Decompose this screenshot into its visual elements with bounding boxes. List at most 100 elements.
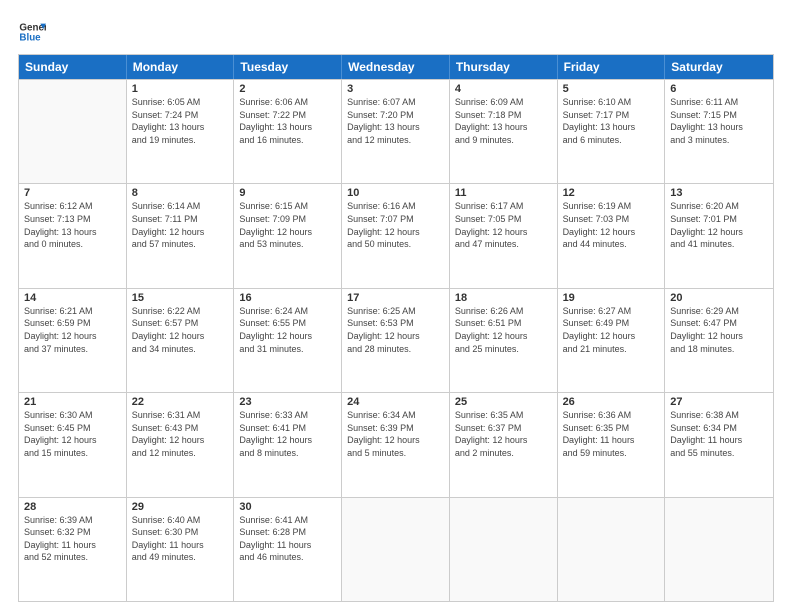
header-day-wednesday: Wednesday bbox=[342, 55, 450, 79]
day-info: Sunrise: 6:26 AM Sunset: 6:51 PM Dayligh… bbox=[455, 305, 552, 355]
day-info: Sunrise: 6:05 AM Sunset: 7:24 PM Dayligh… bbox=[132, 96, 229, 146]
day-info: Sunrise: 6:41 AM Sunset: 6:28 PM Dayligh… bbox=[239, 514, 336, 564]
day-number: 26 bbox=[563, 396, 660, 408]
day-info: Sunrise: 6:10 AM Sunset: 7:17 PM Dayligh… bbox=[563, 96, 660, 146]
day-info: Sunrise: 6:22 AM Sunset: 6:57 PM Dayligh… bbox=[132, 305, 229, 355]
day-number: 22 bbox=[132, 396, 229, 408]
day-number: 21 bbox=[24, 396, 121, 408]
svg-text:Blue: Blue bbox=[19, 32, 41, 43]
day-cell: 15Sunrise: 6:22 AM Sunset: 6:57 PM Dayli… bbox=[127, 289, 235, 392]
header-day-tuesday: Tuesday bbox=[234, 55, 342, 79]
day-info: Sunrise: 6:20 AM Sunset: 7:01 PM Dayligh… bbox=[670, 200, 768, 250]
day-cell bbox=[342, 498, 450, 601]
week-row-1: 7Sunrise: 6:12 AM Sunset: 7:13 PM Daylig… bbox=[19, 183, 773, 287]
day-info: Sunrise: 6:29 AM Sunset: 6:47 PM Dayligh… bbox=[670, 305, 768, 355]
logo: General Blue bbox=[18, 18, 50, 46]
day-number: 7 bbox=[24, 187, 121, 199]
day-number: 27 bbox=[670, 396, 768, 408]
day-number: 13 bbox=[670, 187, 768, 199]
day-cell: 18Sunrise: 6:26 AM Sunset: 6:51 PM Dayli… bbox=[450, 289, 558, 392]
day-number: 2 bbox=[239, 83, 336, 95]
day-number: 20 bbox=[670, 292, 768, 304]
day-cell: 26Sunrise: 6:36 AM Sunset: 6:35 PM Dayli… bbox=[558, 393, 666, 496]
day-number: 24 bbox=[347, 396, 444, 408]
day-number: 17 bbox=[347, 292, 444, 304]
day-info: Sunrise: 6:36 AM Sunset: 6:35 PM Dayligh… bbox=[563, 409, 660, 459]
day-number: 10 bbox=[347, 187, 444, 199]
day-cell bbox=[19, 80, 127, 183]
day-cell: 10Sunrise: 6:16 AM Sunset: 7:07 PM Dayli… bbox=[342, 184, 450, 287]
day-info: Sunrise: 6:25 AM Sunset: 6:53 PM Dayligh… bbox=[347, 305, 444, 355]
day-number: 18 bbox=[455, 292, 552, 304]
day-cell: 22Sunrise: 6:31 AM Sunset: 6:43 PM Dayli… bbox=[127, 393, 235, 496]
day-info: Sunrise: 6:31 AM Sunset: 6:43 PM Dayligh… bbox=[132, 409, 229, 459]
day-cell: 17Sunrise: 6:25 AM Sunset: 6:53 PM Dayli… bbox=[342, 289, 450, 392]
day-info: Sunrise: 6:11 AM Sunset: 7:15 PM Dayligh… bbox=[670, 96, 768, 146]
day-info: Sunrise: 6:07 AM Sunset: 7:20 PM Dayligh… bbox=[347, 96, 444, 146]
day-info: Sunrise: 6:40 AM Sunset: 6:30 PM Dayligh… bbox=[132, 514, 229, 564]
day-info: Sunrise: 6:12 AM Sunset: 7:13 PM Dayligh… bbox=[24, 200, 121, 250]
day-cell: 2Sunrise: 6:06 AM Sunset: 7:22 PM Daylig… bbox=[234, 80, 342, 183]
day-cell: 27Sunrise: 6:38 AM Sunset: 6:34 PM Dayli… bbox=[665, 393, 773, 496]
day-cell: 13Sunrise: 6:20 AM Sunset: 7:01 PM Dayli… bbox=[665, 184, 773, 287]
day-info: Sunrise: 6:06 AM Sunset: 7:22 PM Dayligh… bbox=[239, 96, 336, 146]
week-row-0: 1Sunrise: 6:05 AM Sunset: 7:24 PM Daylig… bbox=[19, 79, 773, 183]
header-day-monday: Monday bbox=[127, 55, 235, 79]
calendar: SundayMondayTuesdayWednesdayThursdayFrid… bbox=[18, 54, 774, 602]
week-row-3: 21Sunrise: 6:30 AM Sunset: 6:45 PM Dayli… bbox=[19, 392, 773, 496]
day-cell: 29Sunrise: 6:40 AM Sunset: 6:30 PM Dayli… bbox=[127, 498, 235, 601]
day-info: Sunrise: 6:34 AM Sunset: 6:39 PM Dayligh… bbox=[347, 409, 444, 459]
header-day-saturday: Saturday bbox=[665, 55, 773, 79]
day-cell: 6Sunrise: 6:11 AM Sunset: 7:15 PM Daylig… bbox=[665, 80, 773, 183]
day-number: 29 bbox=[132, 501, 229, 513]
day-number: 19 bbox=[563, 292, 660, 304]
day-cell: 19Sunrise: 6:27 AM Sunset: 6:49 PM Dayli… bbox=[558, 289, 666, 392]
day-number: 1 bbox=[132, 83, 229, 95]
day-info: Sunrise: 6:21 AM Sunset: 6:59 PM Dayligh… bbox=[24, 305, 121, 355]
day-cell: 4Sunrise: 6:09 AM Sunset: 7:18 PM Daylig… bbox=[450, 80, 558, 183]
header-day-sunday: Sunday bbox=[19, 55, 127, 79]
day-info: Sunrise: 6:39 AM Sunset: 6:32 PM Dayligh… bbox=[24, 514, 121, 564]
day-number: 28 bbox=[24, 501, 121, 513]
day-cell: 24Sunrise: 6:34 AM Sunset: 6:39 PM Dayli… bbox=[342, 393, 450, 496]
day-cell: 12Sunrise: 6:19 AM Sunset: 7:03 PM Dayli… bbox=[558, 184, 666, 287]
day-cell: 9Sunrise: 6:15 AM Sunset: 7:09 PM Daylig… bbox=[234, 184, 342, 287]
day-cell: 7Sunrise: 6:12 AM Sunset: 7:13 PM Daylig… bbox=[19, 184, 127, 287]
day-info: Sunrise: 6:33 AM Sunset: 6:41 PM Dayligh… bbox=[239, 409, 336, 459]
day-number: 14 bbox=[24, 292, 121, 304]
day-number: 30 bbox=[239, 501, 336, 513]
logo-icon: General Blue bbox=[18, 18, 46, 46]
day-info: Sunrise: 6:30 AM Sunset: 6:45 PM Dayligh… bbox=[24, 409, 121, 459]
day-number: 9 bbox=[239, 187, 336, 199]
day-info: Sunrise: 6:09 AM Sunset: 7:18 PM Dayligh… bbox=[455, 96, 552, 146]
day-number: 4 bbox=[455, 83, 552, 95]
day-cell: 30Sunrise: 6:41 AM Sunset: 6:28 PM Dayli… bbox=[234, 498, 342, 601]
day-cell: 20Sunrise: 6:29 AM Sunset: 6:47 PM Dayli… bbox=[665, 289, 773, 392]
day-info: Sunrise: 6:35 AM Sunset: 6:37 PM Dayligh… bbox=[455, 409, 552, 459]
week-row-4: 28Sunrise: 6:39 AM Sunset: 6:32 PM Dayli… bbox=[19, 497, 773, 601]
day-info: Sunrise: 6:14 AM Sunset: 7:11 PM Dayligh… bbox=[132, 200, 229, 250]
calendar-header: SundayMondayTuesdayWednesdayThursdayFrid… bbox=[19, 55, 773, 79]
day-info: Sunrise: 6:24 AM Sunset: 6:55 PM Dayligh… bbox=[239, 305, 336, 355]
day-number: 16 bbox=[239, 292, 336, 304]
day-number: 12 bbox=[563, 187, 660, 199]
day-cell: 14Sunrise: 6:21 AM Sunset: 6:59 PM Dayli… bbox=[19, 289, 127, 392]
day-number: 8 bbox=[132, 187, 229, 199]
day-cell: 23Sunrise: 6:33 AM Sunset: 6:41 PM Dayli… bbox=[234, 393, 342, 496]
day-number: 15 bbox=[132, 292, 229, 304]
day-number: 23 bbox=[239, 396, 336, 408]
day-cell: 11Sunrise: 6:17 AM Sunset: 7:05 PM Dayli… bbox=[450, 184, 558, 287]
day-cell: 28Sunrise: 6:39 AM Sunset: 6:32 PM Dayli… bbox=[19, 498, 127, 601]
day-cell: 3Sunrise: 6:07 AM Sunset: 7:20 PM Daylig… bbox=[342, 80, 450, 183]
day-number: 3 bbox=[347, 83, 444, 95]
day-info: Sunrise: 6:38 AM Sunset: 6:34 PM Dayligh… bbox=[670, 409, 768, 459]
header-day-thursday: Thursday bbox=[450, 55, 558, 79]
day-number: 6 bbox=[670, 83, 768, 95]
day-cell: 16Sunrise: 6:24 AM Sunset: 6:55 PM Dayli… bbox=[234, 289, 342, 392]
day-cell bbox=[450, 498, 558, 601]
day-cell: 21Sunrise: 6:30 AM Sunset: 6:45 PM Dayli… bbox=[19, 393, 127, 496]
week-row-2: 14Sunrise: 6:21 AM Sunset: 6:59 PM Dayli… bbox=[19, 288, 773, 392]
header-day-friday: Friday bbox=[558, 55, 666, 79]
day-info: Sunrise: 6:15 AM Sunset: 7:09 PM Dayligh… bbox=[239, 200, 336, 250]
calendar-body: 1Sunrise: 6:05 AM Sunset: 7:24 PM Daylig… bbox=[19, 79, 773, 601]
